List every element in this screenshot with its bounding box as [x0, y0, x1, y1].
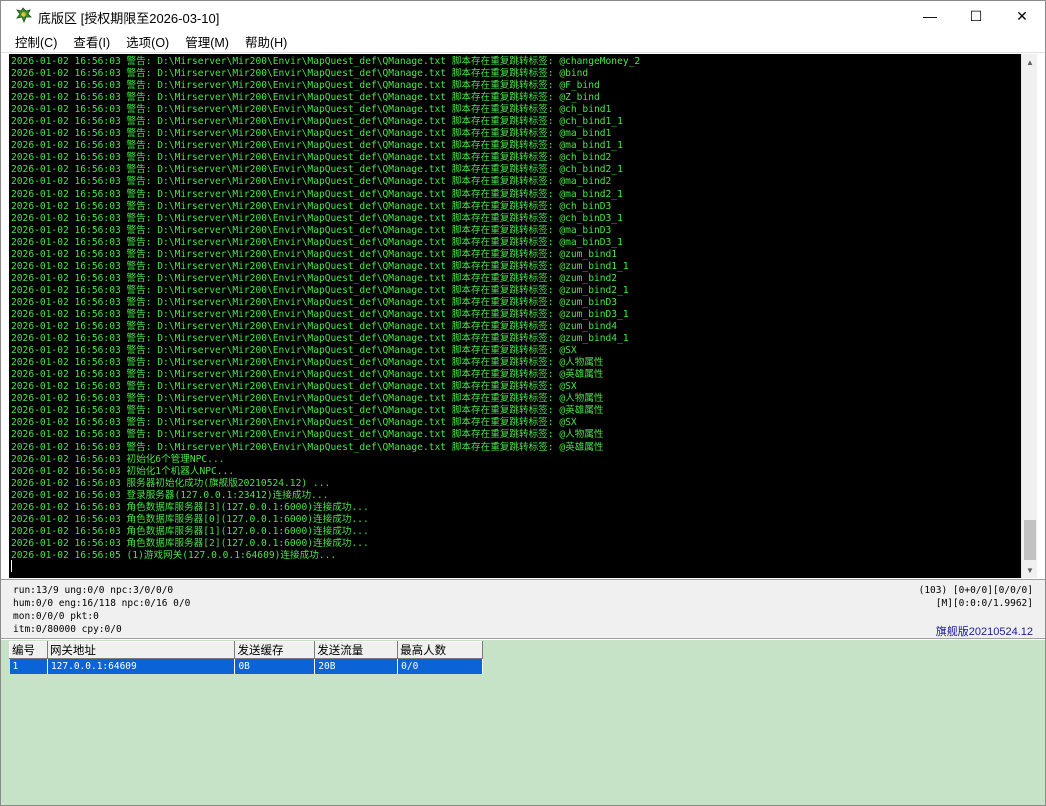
status-mon: mon:0/0/0 pkt:0	[13, 611, 99, 622]
close-button[interactable]: ✕	[999, 1, 1045, 31]
status-itm: itm:0/80000 cpy:0/0	[13, 624, 122, 635]
log-line: 2026-01-02 16:56:03 警告: D:\Mirserver\Mir…	[11, 176, 612, 188]
table-row[interactable]: 1 127.0.0.1:64609 0B 20B 0/0	[9, 658, 483, 674]
log-line: 2026-01-02 16:56:03 警告: D:\Mirserver\Mir…	[11, 128, 612, 140]
log-line: 2026-01-02 16:56:03 警告: D:\Mirserver\Mir…	[11, 140, 623, 152]
log-line: 2026-01-02 16:56:03 警告: D:\Mirserver\Mir…	[11, 321, 618, 333]
log-console[interactable]: 2026-01-02 16:56:03 警告: D:\Mirserver\Mir…	[9, 54, 1021, 578]
menu-manage[interactable]: 管理(M)	[177, 32, 237, 51]
cell-send-cache: 0B	[234, 658, 316, 674]
log-line: 2026-01-02 16:56:05 (1)游戏网关(127.0.0.1:64…	[11, 549, 337, 561]
log-line: 2026-01-02 16:56:03 角色数据库服务器[0](127.0.0.…	[11, 513, 369, 525]
scroll-up-arrow-icon[interactable]: ▲	[1022, 54, 1038, 70]
log-line: 2026-01-02 16:56:03 警告: D:\Mirserver\Mir…	[11, 236, 623, 248]
column-header-address[interactable]: 网关地址	[46, 641, 236, 659]
log-line: 2026-01-02 16:56:03 角色数据库服务器[3](127.0.0.…	[11, 501, 369, 513]
table-header-row: 编号 网关地址 发送缓存 发送流量 最高人数	[9, 641, 483, 659]
app-icon	[16, 7, 32, 24]
log-line: 2026-01-02 16:56:03 警告: D:\Mirserver\Mir…	[11, 92, 600, 104]
log-line: 2026-01-02 16:56:03 警告: D:\Mirserver\Mir…	[11, 333, 629, 345]
log-line: 2026-01-02 16:56:03 警告: D:\Mirserver\Mir…	[11, 104, 612, 116]
log-line: 2026-01-02 16:56:03 警告: D:\Mirserver\Mir…	[11, 284, 629, 296]
log-line: 2026-01-02 16:56:03 警告: D:\Mirserver\Mir…	[11, 429, 604, 441]
status-right-memory: [M][0:0:0/1.9962]	[935, 598, 1033, 609]
log-line: 2026-01-02 16:56:03 警告: D:\Mirserver\Mir…	[11, 441, 604, 453]
status-run: run:13/9 ung:0/0 npc:3/0/0/0	[13, 585, 174, 596]
log-line: 2026-01-02 16:56:03 警告: D:\Mirserver\Mir…	[11, 248, 618, 260]
log-line: 2026-01-02 16:56:03 警告: D:\Mirserver\Mir…	[11, 260, 629, 272]
server-window: 底版区 [授权期限至2026-03-10] — ☐ ✕ 控制(C) 查看(I) …	[0, 0, 1046, 806]
menu-help[interactable]: 帮助(H)	[237, 32, 295, 51]
cell-address: 127.0.0.1:64609	[47, 658, 236, 674]
scroll-thumb[interactable]	[1024, 520, 1036, 560]
log-line: 2026-01-02 16:56:03 警告: D:\Mirserver\Mir…	[11, 405, 604, 417]
minimize-button[interactable]: —	[907, 1, 953, 31]
menu-options[interactable]: 选项(O)	[118, 32, 177, 51]
log-line: 2026-01-02 16:56:03 角色数据库服务器[1](127.0.0.…	[11, 525, 369, 537]
column-header-max-players[interactable]: 最高人数	[397, 641, 483, 659]
log-line: 2026-01-02 16:56:03 警告: D:\Mirserver\Mir…	[11, 417, 577, 429]
version-label: 旗舰版20210524.12	[935, 626, 1033, 638]
log-line: 2026-01-02 16:56:03 警告: D:\Mirserver\Mir…	[11, 164, 623, 176]
log-line: 2026-01-02 16:56:03 警告: D:\Mirserver\Mir…	[11, 212, 623, 224]
menu-control[interactable]: 控制(C)	[7, 32, 65, 51]
column-header-send-cache[interactable]: 发送缓存	[234, 641, 316, 659]
log-line: 2026-01-02 16:56:03 警告: D:\Mirserver\Mir…	[11, 369, 604, 381]
cell-max-players: 0/0	[397, 658, 483, 674]
log-line: 2026-01-02 16:56:03 警告: D:\Mirserver\Mir…	[11, 272, 618, 284]
scroll-down-arrow-icon[interactable]: ▼	[1022, 562, 1038, 578]
log-line: 2026-01-02 16:56:03 登录服务器(127.0.0.1:2341…	[11, 489, 329, 501]
maximize-button[interactable]: ☐	[953, 1, 999, 31]
menu-view[interactable]: 查看(I)	[65, 32, 118, 51]
window-title: 底版区 [授权期限至2026-03-10]	[38, 11, 220, 26]
cell-id: 1	[9, 658, 48, 674]
log-line: 2026-01-02 16:56:03 警告: D:\Mirserver\Mir…	[11, 296, 618, 308]
log-line: 2026-01-02 16:56:03 警告: D:\Mirserver\Mir…	[11, 345, 577, 357]
title-bar[interactable]: 底版区 [授权期限至2026-03-10] — ☐ ✕	[1, 1, 1045, 31]
gateway-pane: 编号 网关地址 发送缓存 发送流量 最高人数 1 127.0.0.1:64609…	[1, 640, 1045, 805]
status-hum: hum:0/0 eng:16/118 npc:0/16 0/0	[13, 598, 191, 609]
log-line: 2026-01-02 16:56:03 警告: D:\Mirserver\Mir…	[11, 68, 589, 80]
menu-bar: 控制(C) 查看(I) 选项(O) 管理(M) 帮助(H)	[1, 31, 1045, 53]
log-line: 2026-01-02 16:56:03 警告: D:\Mirserver\Mir…	[11, 152, 612, 164]
log-line: 2026-01-02 16:56:03 警告: D:\Mirserver\Mir…	[11, 357, 604, 369]
log-line: 2026-01-02 16:56:03 警告: D:\Mirserver\Mir…	[11, 56, 641, 67]
log-line: 2026-01-02 16:56:03 警告: D:\Mirserver\Mir…	[11, 224, 612, 236]
log-lines: 2026-01-02 16:56:03 警告: D:\Mirserver\Mir…	[11, 56, 640, 562]
log-scrollbar[interactable]: ▲ ▼	[1021, 54, 1037, 578]
log-line: 2026-01-02 16:56:03 角色数据库服务器[2](127.0.0.…	[11, 537, 369, 549]
log-line: 2026-01-02 16:56:03 警告: D:\Mirserver\Mir…	[11, 188, 623, 200]
cell-send-traffic: 20B	[314, 658, 399, 674]
log-line: 2026-01-02 16:56:03 警告: D:\Mirserver\Mir…	[11, 80, 600, 92]
log-line: 2026-01-02 16:56:03 警告: D:\Mirserver\Mir…	[11, 393, 604, 405]
log-line: 2026-01-02 16:56:03 警告: D:\Mirserver\Mir…	[11, 200, 612, 212]
column-header-id[interactable]: 编号	[9, 641, 48, 659]
status-right-counts: (103) [0+0/0][0/0/0]	[918, 585, 1033, 596]
log-line: 2026-01-02 16:56:03 警告: D:\Mirserver\Mir…	[11, 308, 629, 320]
log-line: 2026-01-02 16:56:03 警告: D:\Mirserver\Mir…	[11, 381, 577, 393]
log-line: 2026-01-02 16:56:03 服务器初始化成功(旗舰版20210524…	[11, 477, 331, 489]
log-line: 2026-01-02 16:56:03 初始化1个机器人NPC...	[11, 465, 235, 477]
log-line: 2026-01-02 16:56:03 警告: D:\Mirserver\Mir…	[11, 116, 623, 128]
log-line: 2026-01-02 16:56:03 初始化6个管理NPC...	[11, 453, 225, 465]
gateway-table[interactable]: 编号 网关地址 发送缓存 发送流量 最高人数 1 127.0.0.1:64609…	[9, 641, 483, 674]
text-caret	[11, 560, 12, 572]
column-header-send-traffic[interactable]: 发送流量	[314, 641, 399, 659]
status-panel: run:13/9 ung:0/0 npc:3/0/0/0 hum:0/0 eng…	[1, 579, 1045, 639]
